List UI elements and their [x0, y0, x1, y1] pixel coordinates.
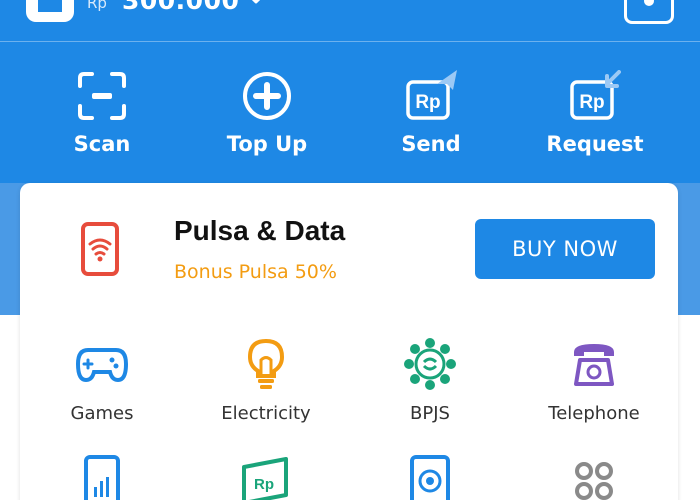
services-card: Pulsa & Data Bonus Pulsa 50% BUY NOW Gam… [20, 183, 678, 500]
mobile-chart-icon [84, 455, 120, 500]
service-label: Telephone [548, 403, 640, 424]
request-rp-icon: Rp [570, 70, 621, 120]
service-electricity[interactable]: Electricity [184, 338, 348, 438]
service-label: BPJS [410, 403, 450, 424]
balance-amount[interactable]: 300.000 [122, 0, 239, 15]
top-up-label: Top Up [226, 132, 308, 156]
wallet-icon[interactable] [26, 0, 74, 22]
service-item[interactable] [348, 455, 512, 500]
svg-text:Rp: Rp [415, 92, 440, 113]
lightbulb-icon [247, 338, 285, 389]
service-games[interactable]: Games [20, 338, 184, 438]
scan-label: Scan [73, 132, 131, 156]
balance-currency: Rp [87, 0, 107, 12]
service-bpjs[interactable]: BPJS [348, 338, 512, 438]
quick-actions: Scan Top Up Rp Send Rp Request [0, 64, 700, 174]
promo-title: Pulsa & Data [174, 215, 346, 246]
buy-now-button[interactable]: BUY NOW [475, 219, 655, 279]
service-telephone[interactable]: Telephone [512, 338, 676, 438]
scan-button[interactable]: Scan [32, 64, 172, 169]
bpjs-icon [404, 338, 456, 390]
service-item[interactable]: Rp [184, 455, 348, 500]
service-label: Electricity [221, 403, 311, 424]
plus-circle-icon [243, 72, 291, 120]
send-label: Send [401, 132, 461, 156]
profile-button[interactable] [624, 0, 674, 24]
phone-wifi-icon [81, 222, 119, 276]
device-camera-icon [410, 455, 450, 500]
svg-text:Rp: Rp [579, 92, 604, 113]
request-label: Request [546, 132, 644, 156]
service-more[interactable] [512, 455, 676, 500]
service-item[interactable] [20, 455, 184, 500]
top-bar: Rp 300.000 [0, 0, 700, 42]
svg-text:Rp: Rp [254, 476, 274, 493]
top-up-button[interactable]: Top Up [197, 64, 337, 169]
chevron-down-icon[interactable] [244, 0, 268, 8]
telephone-icon [574, 344, 614, 386]
promo-subtitle: Bonus Pulsa 50% [174, 261, 337, 283]
scan-icon [78, 72, 126, 120]
send-button[interactable]: Rp Send [361, 64, 501, 169]
more-grid-icon [575, 462, 613, 500]
send-rp-icon: Rp [406, 70, 457, 120]
service-label: Games [70, 403, 134, 424]
money-rp-icon: Rp [242, 457, 288, 500]
request-button[interactable]: Rp Request [525, 64, 665, 169]
gamepad-icon [76, 348, 128, 383]
